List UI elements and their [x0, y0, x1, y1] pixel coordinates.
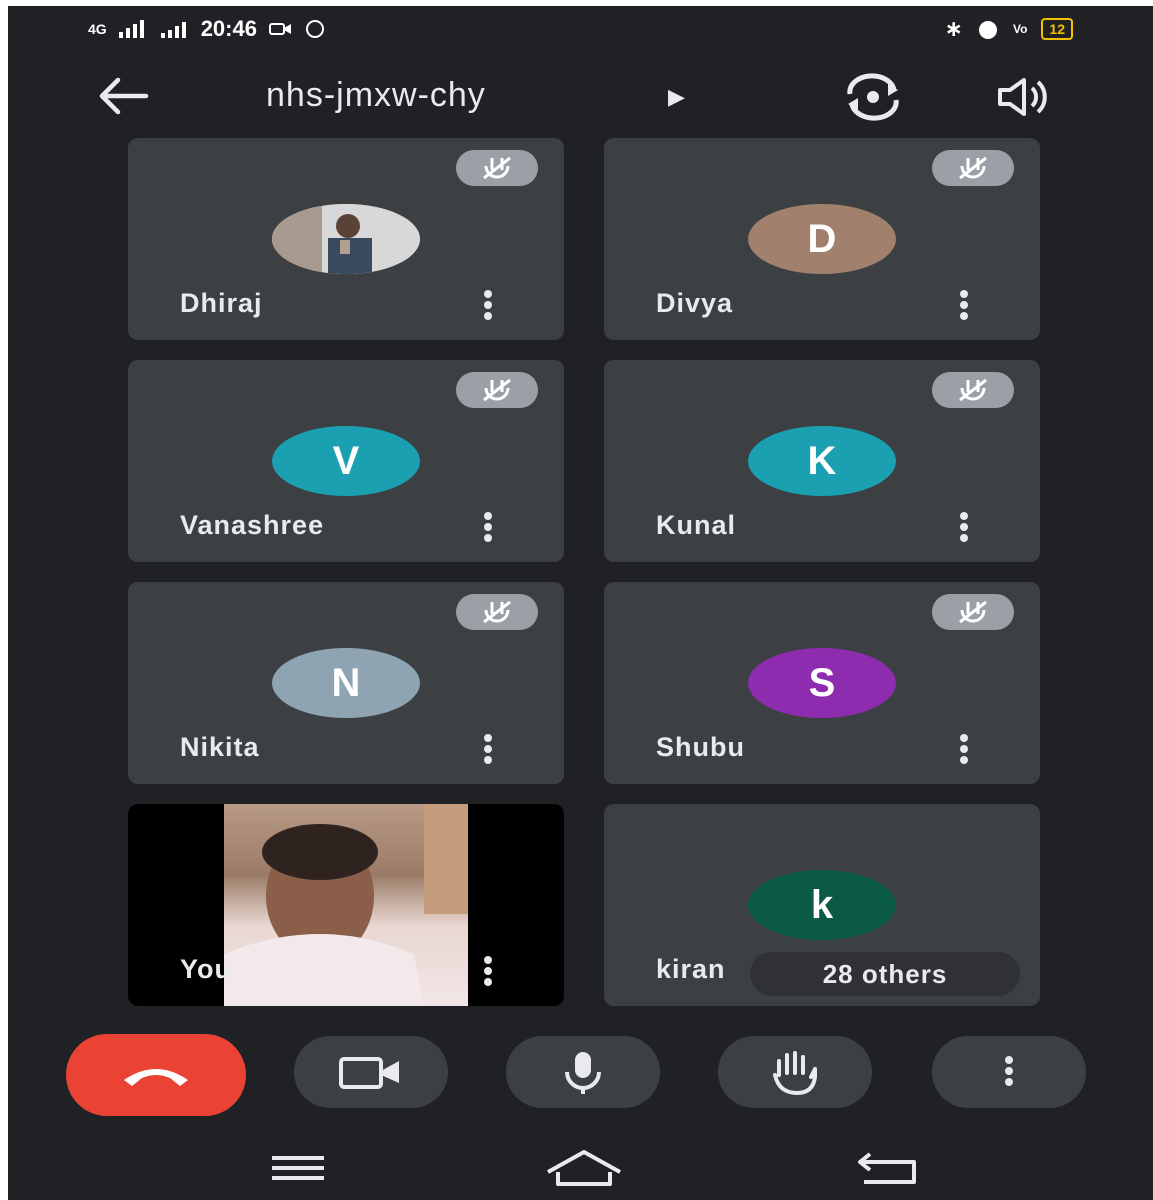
audio-output-button[interactable] — [994, 74, 1054, 120]
others-count-badge[interactable]: 28 others — [750, 952, 1020, 996]
participant-name: Vanashree — [180, 510, 325, 540]
more-vert-icon[interactable] — [478, 510, 498, 546]
speaker-icon — [998, 78, 1047, 116]
avatar — [272, 204, 420, 274]
status-time: 20:46 — [200, 16, 257, 41]
video-notification-icon — [268, 23, 291, 35]
participant-tile[interactable]: K Kunal — [604, 360, 1040, 562]
volte-icon: Vo — [1012, 22, 1028, 36]
avatar: N — [272, 648, 420, 718]
meet-call-screen: 4G 20:46 ∗ Vo 12 nhs-jmxw-chy ▶ Dhiraj D… — [8, 6, 1153, 1200]
participant-tile[interactable]: Dhiraj — [128, 138, 564, 340]
back-nav-button[interactable] — [848, 1148, 928, 1188]
more-options-button[interactable] — [932, 1036, 1086, 1108]
meeting-header: nhs-jmxw-chy ▶ — [8, 62, 1153, 132]
video-camera-icon — [339, 1057, 399, 1089]
mic-off-icon — [932, 150, 1014, 186]
participant-tile[interactable]: S Shubu — [604, 582, 1040, 784]
mic-off-icon — [456, 372, 538, 408]
more-vert-icon[interactable] — [954, 288, 974, 324]
participant-tile[interactable]: V Vanashree — [128, 360, 564, 562]
switch-camera-button[interactable] — [838, 72, 908, 122]
status-bar: 4G 20:46 ∗ Vo 12 — [8, 6, 1153, 52]
participant-tile[interactable]: D Divya — [604, 138, 1040, 340]
more-vert-icon[interactable] — [478, 732, 498, 768]
bluetooth-icon: ∗ — [944, 16, 963, 41]
participant-name: Nikita — [180, 732, 260, 762]
avatar: D — [748, 204, 896, 274]
avatar: k — [748, 870, 896, 940]
participant-name: Divya — [656, 288, 734, 318]
end-call-button[interactable] — [66, 1034, 246, 1116]
mic-toggle-button[interactable] — [506, 1036, 660, 1108]
more-vert-icon[interactable] — [478, 288, 498, 324]
system-nav-bar — [8, 1136, 1153, 1200]
end-call-icon — [124, 1069, 188, 1086]
meeting-code[interactable]: nhs-jmxw-chy — [266, 76, 486, 115]
participant-tile[interactable]: N Nikita — [128, 582, 564, 784]
back-icon — [858, 1152, 916, 1184]
battery-indicator: 12 — [1041, 18, 1073, 40]
home-icon — [547, 1150, 621, 1186]
self-camera-feed — [224, 804, 468, 1006]
microphone-icon — [565, 1052, 601, 1094]
signal-icon — [118, 20, 144, 38]
menu-icon — [272, 1156, 324, 1180]
self-view-tile[interactable]: You — [128, 804, 564, 1006]
others-tile[interactable]: k kiran 28 others — [604, 804, 1040, 1006]
caret-right-icon[interactable]: ▶ — [668, 84, 685, 110]
mic-off-icon — [932, 594, 1014, 630]
whatsapp-icon — [305, 20, 324, 38]
avatar: V — [272, 426, 420, 496]
recents-button[interactable] — [258, 1148, 338, 1188]
alarm-icon — [978, 21, 997, 39]
participant-name: kiran — [656, 954, 726, 984]
camera-toggle-button[interactable] — [294, 1036, 448, 1108]
avatar: S — [748, 648, 896, 718]
participant-name: Kunal — [656, 510, 737, 540]
avatar: K — [748, 426, 896, 496]
profile-photo — [272, 204, 420, 274]
more-options-icon — [999, 1054, 1019, 1090]
signal-icon-2 — [160, 22, 186, 38]
mic-off-icon — [456, 150, 538, 186]
more-vert-icon[interactable] — [954, 732, 974, 768]
back-button[interactable] — [94, 74, 150, 118]
raise-hand-button[interactable] — [718, 1036, 872, 1108]
switch-camera-icon — [847, 73, 899, 121]
participant-name: Dhiraj — [180, 288, 263, 318]
call-controls — [8, 1034, 1153, 1116]
more-vert-icon[interactable] — [478, 954, 498, 990]
self-label: You — [180, 954, 232, 984]
mic-off-icon — [932, 372, 1014, 408]
mic-off-icon — [456, 594, 538, 630]
raise-hand-icon — [773, 1051, 817, 1095]
participant-name: Shubu — [656, 732, 745, 762]
arrow-left-icon — [99, 77, 149, 115]
more-vert-icon[interactable] — [954, 510, 974, 546]
network-label: 4G — [88, 21, 107, 37]
home-button[interactable] — [544, 1148, 624, 1188]
